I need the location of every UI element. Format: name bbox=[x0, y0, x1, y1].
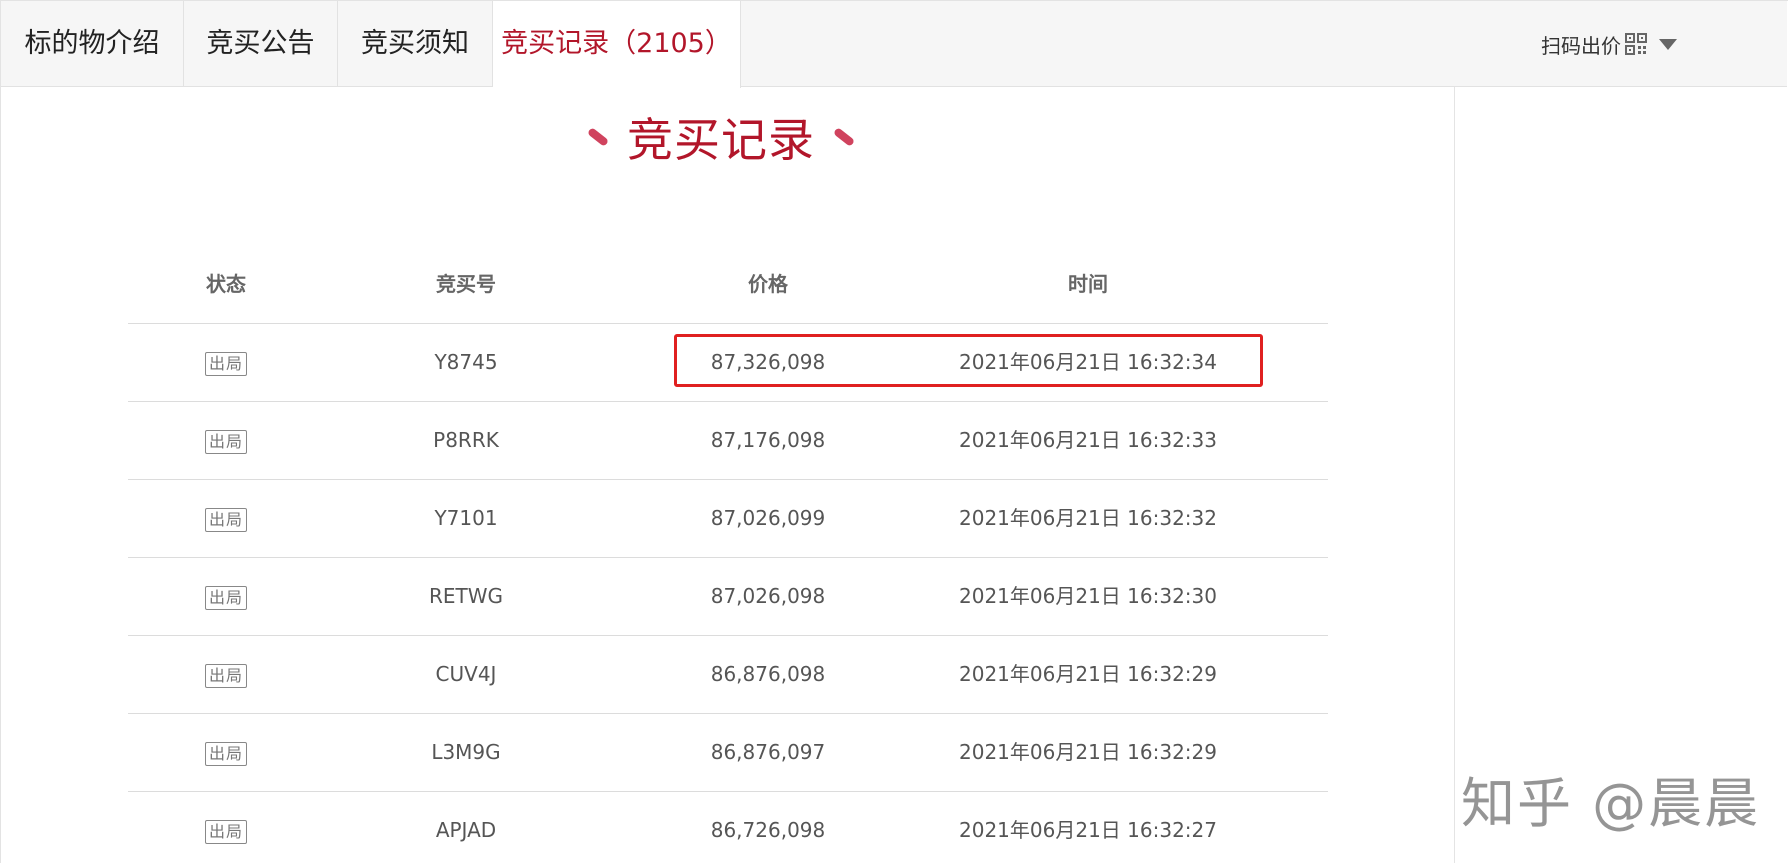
bid-time: 2021年06月21日 16:32:27 bbox=[959, 818, 1217, 842]
status-badge: 出局 bbox=[204, 663, 247, 688]
bid-price: 86,876,098 bbox=[710, 662, 826, 686]
bid-number: Y7101 bbox=[434, 506, 498, 530]
bid-price: 87,326,098 bbox=[710, 350, 826, 374]
auction-page: 标的物介绍 竞买公告 竞买须知 竞买记录（2105） 扫码出价 竞买记录 状态 … bbox=[0, 0, 1788, 863]
bid-number: L3M9G bbox=[431, 740, 501, 764]
bid-time: 2021年06月21日 16:32:32 bbox=[959, 506, 1217, 530]
bid-price: 86,726,098 bbox=[710, 818, 826, 842]
page-title: 竞买记录 bbox=[627, 113, 815, 167]
decorative-dash-icon bbox=[832, 127, 856, 147]
chevron-down-icon[interactable] bbox=[1659, 38, 1677, 50]
bid-time: 2021年06月21日 16:32:30 bbox=[959, 584, 1217, 608]
table-row: 出局 RETWG 87,026,098 2021年06月21日 16:32:30 bbox=[128, 558, 1328, 636]
header-status: 状态 bbox=[206, 272, 246, 296]
decorative-dash-icon bbox=[586, 127, 610, 147]
scan-to-bid-label: 扫码出价 bbox=[1541, 33, 1621, 58]
tab-item-intro[interactable]: 标的物介绍 bbox=[1, 1, 184, 87]
bid-time: 2021年06月21日 16:32:34 bbox=[959, 350, 1217, 374]
bid-price: 87,176,098 bbox=[710, 428, 826, 452]
tab-bidding-rules[interactable]: 竞买须知 bbox=[338, 1, 493, 87]
bid-price: 86,876,097 bbox=[710, 740, 826, 764]
table-row: 出局 L3M9G 86,876,097 2021年06月21日 16:32:29 bbox=[128, 714, 1328, 792]
header-time: 时间 bbox=[1068, 272, 1108, 296]
bid-number: P8RRK bbox=[433, 428, 499, 452]
tab-bar: 标的物介绍 竞买公告 竞买须知 竞买记录（2105） 扫码出价 bbox=[1, 1, 1787, 88]
header-price: 价格 bbox=[748, 272, 788, 296]
header-bid-number: 竞买号 bbox=[436, 272, 496, 296]
tab-bid-records[interactable]: 竞买记录（2105） bbox=[493, 1, 741, 88]
sidebar-divider bbox=[1454, 87, 1455, 863]
status-badge: 出局 bbox=[204, 351, 247, 376]
status-badge: 出局 bbox=[204, 819, 247, 844]
bid-time: 2021年06月21日 16:32:29 bbox=[959, 662, 1217, 686]
bid-number: RETWG bbox=[428, 584, 504, 608]
watermark: 知乎 @晨晨 bbox=[1461, 772, 1761, 835]
bid-time: 2021年06月21日 16:32:33 bbox=[959, 428, 1217, 452]
status-badge: 出局 bbox=[204, 585, 247, 610]
scan-to-bid-button[interactable]: 扫码出价 bbox=[1541, 1, 1677, 87]
status-badge: 出局 bbox=[204, 429, 247, 454]
bid-records-table: 状态 竞买号 价格 时间 出局 Y8745 87,326,098 2021年06… bbox=[128, 246, 1328, 863]
section-heading: 竞买记录 bbox=[561, 105, 881, 175]
table-header: 状态 竞买号 价格 时间 bbox=[128, 246, 1328, 324]
bid-price: 87,026,099 bbox=[710, 506, 826, 530]
status-badge: 出局 bbox=[204, 507, 247, 532]
table-row: 出局 CUV4J 86,876,098 2021年06月21日 16:32:29 bbox=[128, 636, 1328, 714]
table-row: 出局 Y7101 87,026,099 2021年06月21日 16:32:32 bbox=[128, 480, 1328, 558]
tab-auction-notice[interactable]: 竞买公告 bbox=[184, 1, 338, 87]
bid-price: 87,026,098 bbox=[710, 584, 826, 608]
bid-number: CUV4J bbox=[435, 662, 497, 686]
table-row: 出局 APJAD 86,726,098 2021年06月21日 16:32:27 bbox=[128, 792, 1328, 863]
bid-number: Y8745 bbox=[434, 350, 498, 374]
bid-number: APJAD bbox=[435, 818, 497, 842]
table-row: 出局 Y8745 87,326,098 2021年06月21日 16:32:34 bbox=[128, 324, 1328, 402]
bid-time: 2021年06月21日 16:32:29 bbox=[959, 740, 1217, 764]
table-row: 出局 P8RRK 87,176,098 2021年06月21日 16:32:33 bbox=[128, 402, 1328, 480]
qr-code-icon bbox=[1625, 33, 1647, 55]
status-badge: 出局 bbox=[204, 741, 247, 766]
